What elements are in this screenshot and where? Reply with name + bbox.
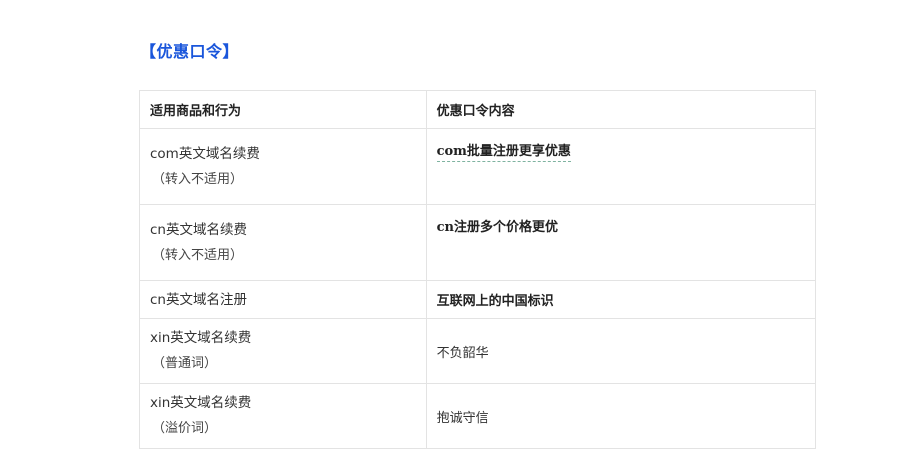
promo-code: 不负韶华	[436, 345, 489, 361]
promo-cell: 互联网上的中国标识	[425, 280, 817, 319]
product-note: （转入不适用）	[152, 171, 244, 187]
product-cell: xin英文域名续费 （普通词）	[139, 318, 427, 384]
promo-cell: cn注册多个价格更优	[425, 204, 817, 281]
table-row: com英文域名续费 （转入不适用） com批量注册更享优惠	[139, 128, 817, 205]
promo-code-table: 适用商品和行为 优惠口令内容 com英文域名续费 （转入不适用） com批量注册…	[139, 90, 817, 449]
product-note: （普通词）	[152, 356, 218, 371]
promo-code: 互联网上的中国标识	[436, 294, 554, 309]
product-name: xin英文域名续费	[150, 330, 252, 346]
product-cell: com英文域名续费 （转入不适用）	[139, 128, 427, 205]
promo-cell: 抱诚守信	[425, 383, 817, 449]
header-applicable-products: 适用商品和行为	[139, 90, 427, 129]
table-row: xin英文域名续费 （溢价词） 抱诚守信	[139, 383, 817, 449]
product-name: com英文域名续费	[150, 145, 260, 162]
promo-code: cn注册多个价格更优	[436, 220, 558, 235]
product-cell: cn英文域名续费 （转入不适用）	[139, 204, 427, 281]
table-header-row: 适用商品和行为 优惠口令内容	[139, 90, 817, 129]
product-cell: cn英文域名注册	[139, 280, 427, 319]
section-title: 【优惠口令】	[140, 42, 240, 61]
promo-code: 抱诚守信	[436, 410, 489, 426]
product-name: cn英文域名续费	[150, 221, 247, 238]
product-note: （溢价词）	[152, 421, 218, 436]
product-name: xin英文域名续费	[150, 395, 252, 411]
header-promo-code-content: 优惠口令内容	[425, 90, 817, 129]
table-row: cn英文域名注册 互联网上的中国标识	[139, 280, 817, 319]
product-name: cn英文域名注册	[150, 291, 247, 308]
promo-cell: 不负韶华	[425, 318, 817, 384]
product-cell: xin英文域名续费 （溢价词）	[139, 383, 427, 449]
promo-cell: com批量注册更享优惠	[425, 128, 817, 205]
product-note: （转入不适用）	[152, 247, 244, 263]
table-row: xin英文域名续费 （普通词） 不负韶华	[139, 318, 817, 384]
table-row: cn英文域名续费 （转入不适用） cn注册多个价格更优	[139, 204, 817, 281]
promo-code[interactable]: com批量注册更享优惠	[436, 144, 571, 162]
